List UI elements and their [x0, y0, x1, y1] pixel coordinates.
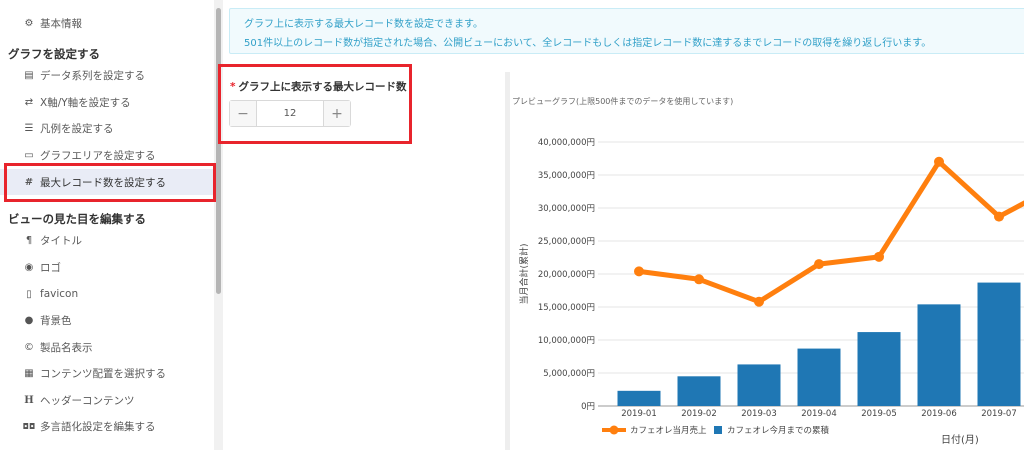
y-tick-label: 0円 [581, 402, 595, 412]
x-tick-label: 2019-06 [921, 409, 957, 419]
chart-bar [617, 390, 661, 406]
area-icon: ▭ [24, 149, 34, 161]
decrement-button[interactable]: − [230, 101, 257, 126]
sidebar-item-label: favicon [40, 288, 79, 300]
section-heading-graph: グラフを設定する [8, 47, 100, 61]
y-tick-label: 25,000,000円 [538, 237, 595, 247]
series-point [994, 211, 1004, 222]
sidebar-item-max-records[interactable]: # 最大レコード数を設定する [0, 169, 214, 195]
x-tick-label: 2019-03 [741, 409, 777, 419]
max-records-stepper[interactable]: − 12 + [229, 100, 351, 127]
y-tick-label: 10,000,000円 [538, 336, 595, 346]
chart-bar [797, 348, 841, 406]
sidebar-item-label: グラフエリアを設定する [40, 149, 156, 162]
copyright-icon: © [24, 341, 34, 353]
x-axis-title: 日付(月) [941, 435, 979, 446]
series-point [814, 259, 824, 270]
section-heading-view: ビューの見た目を編集する [8, 212, 146, 226]
series-point [634, 266, 644, 277]
sidebar-item-label: ヘッダーコンテンツ [40, 394, 135, 407]
sidebar-item-label: タイトル [40, 234, 82, 247]
info-line-1: グラフ上に表示する最大レコード数を設定できます。 [244, 19, 483, 30]
list-icon: ☰ [24, 122, 34, 134]
x-tick-label: 2019-04 [801, 409, 837, 419]
legend-label-bar: カフェオレ今月までの累積 [727, 425, 830, 436]
max-records-label: * グラフ上に表示する最大レコード数 [230, 79, 407, 94]
hash-icon: # [24, 176, 34, 188]
sidebar-item-product-name[interactable]: © 製品名表示 [0, 334, 214, 360]
required-mark: * [230, 81, 236, 93]
sidebar-item-logo[interactable]: ◉ ロゴ [0, 254, 214, 280]
grid-icon: ▦ [24, 367, 34, 379]
y-axis-title: 当月合計(累計) [518, 243, 530, 304]
sidebar-item-basic-info[interactable]: ⚙ 基本情報 [0, 10, 214, 36]
chart-bar [737, 364, 781, 406]
increment-button[interactable]: + [323, 101, 350, 126]
chart-bar [857, 332, 901, 406]
sidebar-item-multilingual[interactable]: ◘◘ 多言語化設定を編集する [0, 413, 214, 439]
max-records-input[interactable]: 12 [257, 101, 323, 126]
y-tick-label: 15,000,000円 [538, 303, 595, 313]
language-icon: ◘◘ [22, 421, 36, 431]
sidebar-item-label: 多言語化設定を編集する [40, 420, 156, 433]
y-tick-label: 5,000,000円 [543, 369, 595, 379]
sidebar-item-label: 背景色 [40, 314, 72, 327]
preview-title: プレビューグラフ(上限500件までのデータを使用しています) [512, 97, 734, 106]
sidebar-item-label: 最大レコード数を設定する [40, 176, 166, 189]
y-tick-label: 20,000,000円 [538, 270, 595, 280]
sidebar-item-favicon[interactable]: ▯ favicon [0, 281, 214, 307]
sidebar-item-label: X軸/Y軸を設定する [40, 96, 131, 109]
series-point [934, 156, 944, 167]
sidebar-item-legend[interactable]: ☰ 凡例を設定する [0, 115, 214, 141]
x-tick-label: 2019-07 [981, 409, 1017, 419]
series-point [874, 251, 884, 262]
preview-chart: 0円 5,000,000円 10,000,000円 15,000,000円 20,000… [518, 138, 1024, 436]
x-tick-label: 2019-05 [861, 409, 897, 419]
info-line-2: 501件以上のレコード数が指定された場合、公開ビューにおいて、全レコードもしくは… [244, 38, 932, 49]
legend-bar-swatch [714, 426, 722, 434]
sidebar-item-label: 凡例を設定する [40, 122, 114, 135]
sidebar-scrollbar-thumb[interactable] [216, 8, 221, 294]
series-point [754, 296, 764, 307]
sidebar-item-title[interactable]: ¶ タイトル [0, 227, 214, 253]
y-tick-label: 40,000,000円 [538, 138, 595, 148]
y-tick-label: 35,000,000円 [538, 171, 595, 181]
sidebar-item-axes[interactable]: ⇄ X軸/Y軸を設定する [0, 89, 214, 115]
sidebar-item-data-series[interactable]: ▤ データ系列を設定する [0, 62, 214, 88]
sidebar-item-label: 基本情報 [40, 17, 82, 30]
drop-icon: ● [24, 314, 34, 326]
y-tick-label: 30,000,000円 [538, 204, 595, 214]
arrows-swap-icon: ⇄ [24, 96, 34, 108]
chart-bar [917, 304, 961, 406]
sidebar-item-header-content[interactable]: H ヘッダーコンテンツ [0, 387, 214, 413]
x-tick-label: 2019-02 [681, 409, 717, 419]
sidebar-item-graph-area[interactable]: ▭ グラフエリアを設定する [0, 142, 214, 168]
database-icon: ▤ [24, 69, 34, 81]
sidebar-item-content-layout[interactable]: ▦ コンテンツ配置を選択する [0, 360, 214, 386]
x-tick-label: 2019-01 [621, 409, 657, 419]
bookmark-icon: ▯ [26, 288, 32, 300]
info-alert: グラフ上に表示する最大レコード数を設定できます。 501件以上のレコード数が指定… [229, 8, 1024, 54]
sidebar-item-label: コンテンツ配置を選択する [40, 367, 166, 380]
sidebar-item-label: データ系列を設定する [40, 69, 145, 82]
sidebar-item-label: ロゴ [40, 261, 61, 274]
gear-icon: ⚙ [24, 17, 34, 29]
header-icon: H [24, 394, 34, 406]
legend-label-line: カフェオレ当月売上 [630, 425, 707, 436]
eye-icon: ◉ [24, 261, 34, 273]
legend-line-marker [609, 425, 619, 435]
max-records-label-text: グラフ上に表示する最大レコード数 [238, 81, 407, 93]
sidebar-item-label: 製品名表示 [40, 341, 93, 354]
sidebar: ⚙ 基本情報 グラフを設定する ▤ データ系列を設定する ⇄ X軸/Y軸を設定す… [0, 0, 214, 450]
paragraph-icon: ¶ [25, 234, 33, 246]
series-point [694, 274, 704, 285]
chart-bar [977, 282, 1021, 406]
sidebar-item-bg-color[interactable]: ● 背景色 [0, 307, 214, 333]
chart-bar [677, 376, 721, 406]
